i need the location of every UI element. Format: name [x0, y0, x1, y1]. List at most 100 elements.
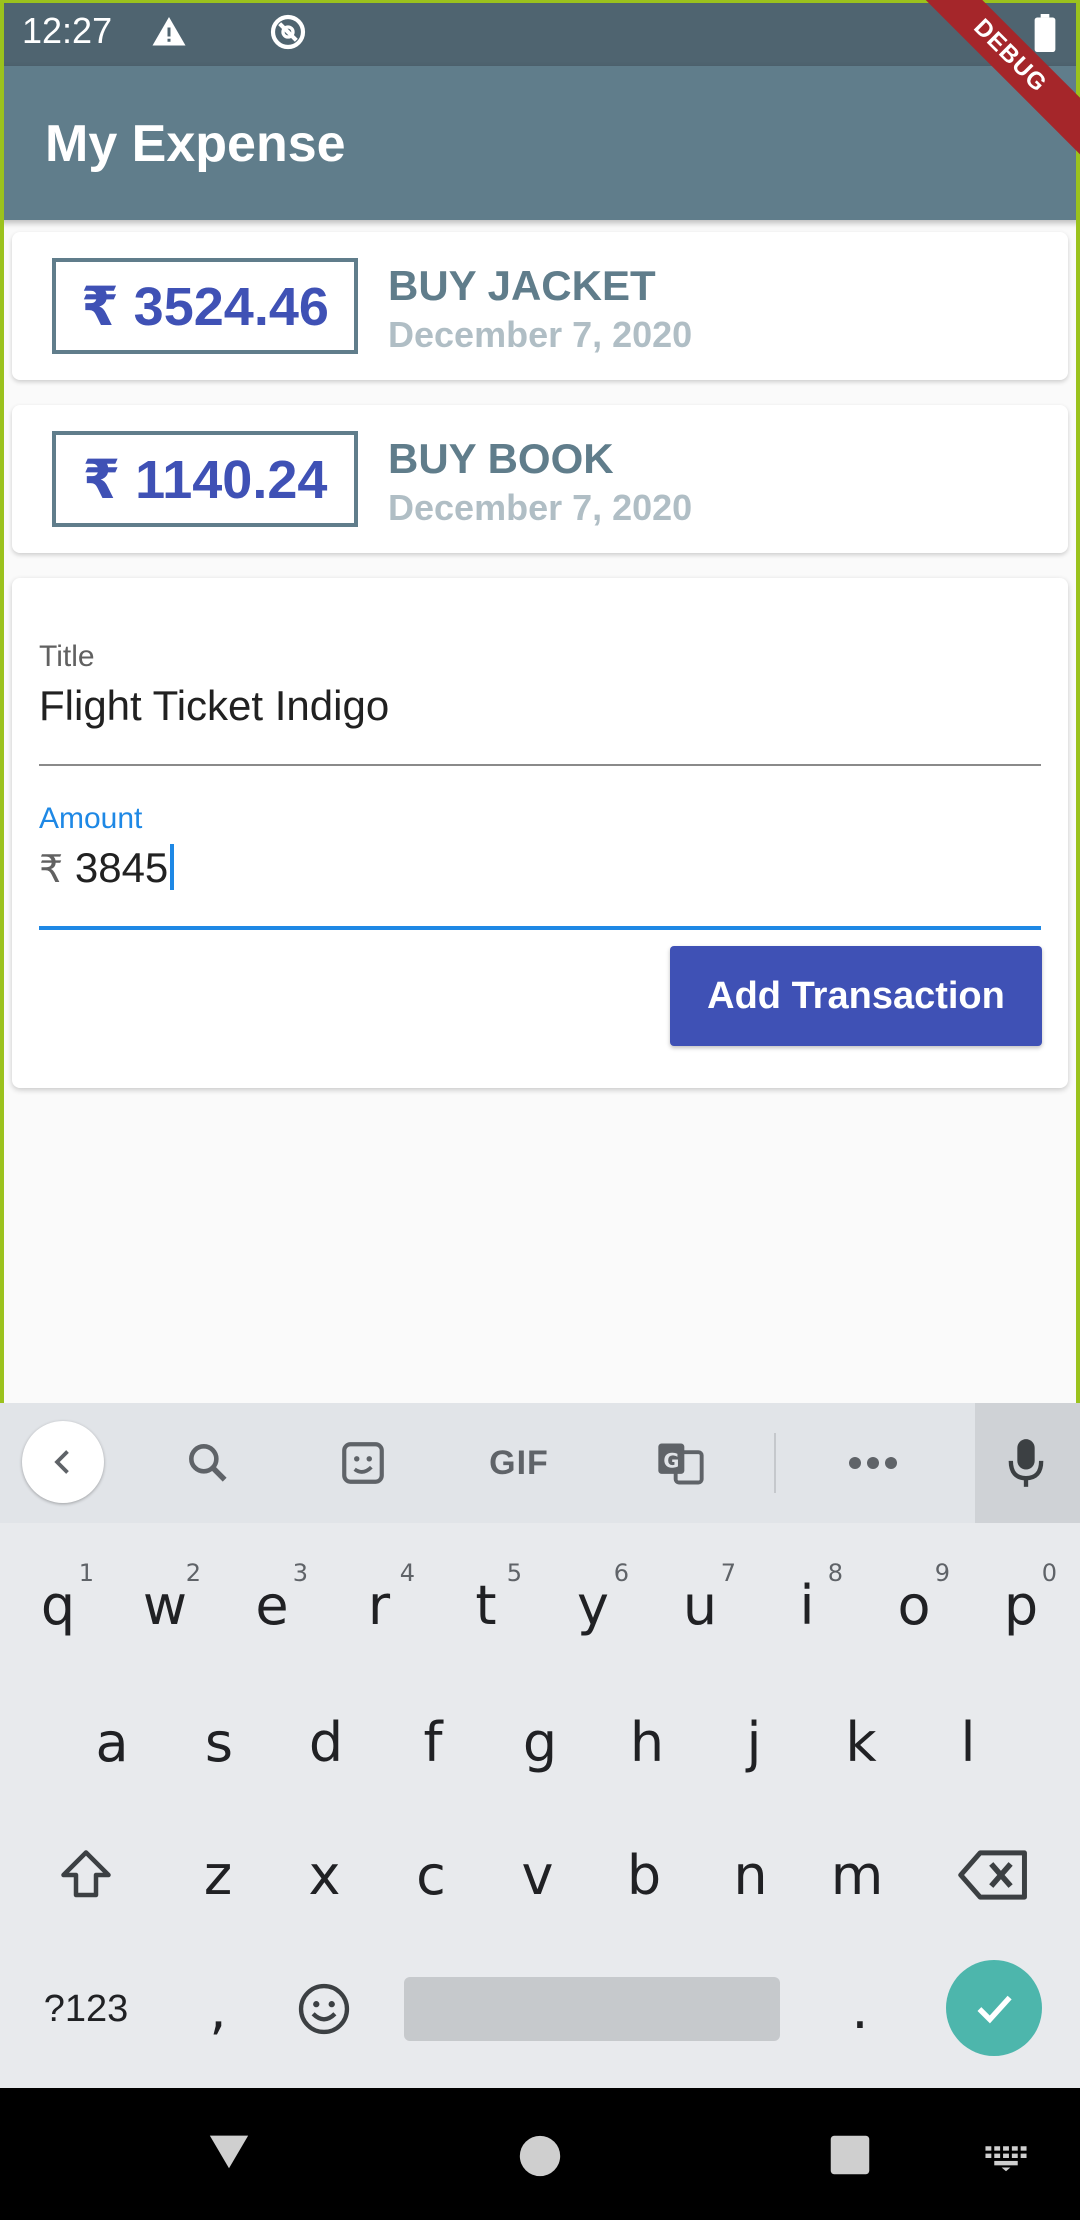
key-label: j — [746, 1710, 762, 1774]
gif-icon[interactable]: GIF — [484, 1433, 554, 1493]
key-k[interactable]: k — [811, 1682, 911, 1802]
key-label: a — [95, 1710, 129, 1774]
key-s[interactable]: s — [169, 1682, 269, 1802]
backspace-key[interactable] — [944, 1815, 1044, 1935]
key-c[interactable]: c — [381, 1815, 481, 1935]
key-hint: 5 — [506, 1559, 522, 1587]
page-title: My Expense — [45, 115, 346, 173]
key-label: p — [1003, 1573, 1039, 1637]
key-h[interactable]: h — [597, 1682, 697, 1802]
key-hint: 3 — [292, 1559, 308, 1587]
key-label: i — [799, 1573, 815, 1637]
soft-keyboard: GIF G ?123 , . q1w2e3r4t5y6u7i8o9p0asdfg… — [0, 1403, 1080, 2088]
key-label: r — [367, 1573, 391, 1637]
key-hint: 2 — [185, 1559, 201, 1587]
comma-key[interactable]: , — [168, 1949, 268, 2069]
key-z[interactable]: z — [168, 1815, 268, 1935]
translate-icon[interactable]: G — [650, 1433, 710, 1493]
key-hint: 0 — [1041, 1559, 1057, 1587]
key-hint: 1 — [78, 1559, 94, 1587]
nav-home-icon[interactable] — [518, 2134, 562, 2178]
transaction-amount: ₹ 1140.24 — [52, 431, 358, 527]
key-o[interactable]: o9 — [864, 1545, 964, 1665]
transaction-card[interactable]: ₹ 1140.24 BUY BOOK December 7, 2020 — [12, 405, 1068, 553]
enter-key[interactable] — [946, 1960, 1042, 2056]
title-input[interactable]: Flight Ticket Indigo — [39, 682, 389, 730]
status-time: 12:27 — [22, 10, 113, 51]
key-label: g — [522, 1710, 558, 1774]
transaction-date: December 7, 2020 — [388, 487, 693, 528]
status-bar: 12:27 — [0, 0, 1080, 66]
key-label: y — [577, 1573, 609, 1637]
toolbar-divider — [774, 1433, 776, 1493]
key-e[interactable]: e3 — [222, 1545, 322, 1665]
transaction-card[interactable]: ₹ 3524.46 BUY JACKET December 7, 2020 — [12, 232, 1068, 380]
key-hint: 9 — [934, 1559, 950, 1587]
mic-icon[interactable] — [996, 1433, 1056, 1493]
nav-back-icon[interactable] — [206, 2128, 252, 2174]
key-label: d — [308, 1710, 344, 1774]
key-label: e — [255, 1573, 289, 1637]
amount-value: 3845 — [74, 844, 169, 891]
transaction-title: BUY BOOK — [388, 435, 614, 482]
key-t[interactable]: t5 — [436, 1545, 536, 1665]
amount-input-underline — [39, 926, 1041, 930]
svg-text:G: G — [663, 1449, 679, 1472]
key-n[interactable]: n — [701, 1815, 801, 1935]
search-icon[interactable] — [178, 1433, 238, 1493]
shift-key[interactable] — [36, 1815, 136, 1935]
key-a[interactable]: a — [62, 1682, 162, 1802]
key-label: u — [682, 1573, 718, 1637]
key-b[interactable]: b — [594, 1815, 694, 1935]
key-label: t — [475, 1573, 497, 1637]
key-label: b — [626, 1843, 662, 1907]
key-r[interactable]: r4 — [329, 1545, 429, 1665]
keyboard-toolbar: GIF G — [0, 1403, 1080, 1523]
back-icon[interactable] — [22, 1421, 104, 1503]
key-label: c — [416, 1843, 446, 1907]
space-key[interactable] — [404, 1977, 780, 2041]
key-p[interactable]: p0 — [971, 1545, 1071, 1665]
amount-field-label: Amount — [39, 802, 143, 835]
more-icon[interactable] — [843, 1433, 903, 1493]
text-cursor — [170, 844, 175, 890]
amount-input[interactable]: ₹ 3845 — [39, 844, 175, 892]
emoji-key[interactable] — [274, 1949, 374, 2069]
key-i[interactable]: i8 — [757, 1545, 857, 1665]
key-label: q — [40, 1573, 76, 1637]
title-field-label: Title — [39, 640, 95, 673]
warning-icon — [152, 17, 186, 46]
nav-recents-icon[interactable] — [829, 2134, 871, 2176]
key-w[interactable]: w2 — [115, 1545, 215, 1665]
keyboard-switch-icon[interactable] — [984, 2144, 1028, 2172]
key-q[interactable]: q1 — [8, 1545, 108, 1665]
add-transaction-button[interactable]: Add Transaction — [670, 946, 1042, 1046]
key-label: o — [897, 1573, 931, 1637]
rotate-icon — [270, 14, 306, 50]
key-x[interactable]: x — [275, 1815, 375, 1935]
key-label: z — [203, 1843, 233, 1907]
system-nav-bar — [0, 2088, 1080, 2220]
key-d[interactable]: d — [276, 1682, 376, 1802]
key-g[interactable]: g — [490, 1682, 590, 1802]
key-hint: 6 — [613, 1559, 629, 1587]
key-label: k — [845, 1710, 877, 1774]
key-v[interactable]: v — [488, 1815, 588, 1935]
key-label: s — [204, 1710, 234, 1774]
app-bar: My Expense — [0, 66, 1080, 220]
symbols-key[interactable]: ?123 — [30, 1949, 142, 2069]
key-l[interactable]: l — [918, 1682, 1018, 1802]
new-transaction-form: Title Flight Ticket Indigo Amount ₹ 3845… — [12, 578, 1068, 1088]
key-label: n — [733, 1843, 768, 1907]
key-m[interactable]: m — [807, 1815, 907, 1935]
key-u[interactable]: u7 — [650, 1545, 750, 1665]
key-f[interactable]: f — [383, 1682, 483, 1802]
key-label: v — [521, 1843, 554, 1907]
key-y[interactable]: y6 — [543, 1545, 643, 1665]
key-hint: 8 — [827, 1559, 843, 1587]
sticker-icon[interactable] — [333, 1433, 393, 1493]
key-j[interactable]: j — [704, 1682, 804, 1802]
period-key[interactable]: . — [810, 1949, 910, 2069]
key-hint: 4 — [399, 1559, 415, 1587]
key-label: w — [142, 1573, 188, 1637]
